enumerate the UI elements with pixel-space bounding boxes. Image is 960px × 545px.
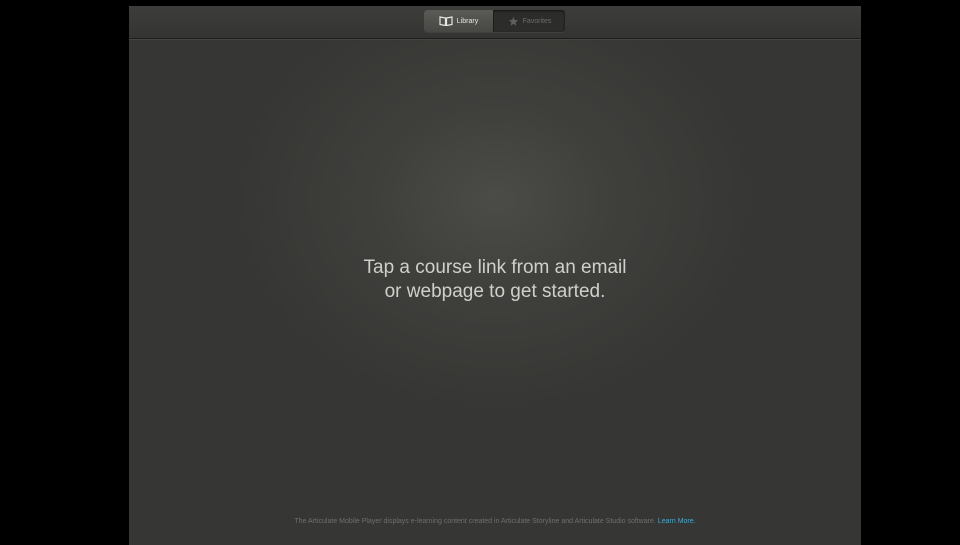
footer-text: The Articulate Mobile Player displays e-… [294, 518, 656, 525]
tab-switcher: Library Favorites [424, 10, 565, 32]
learn-more-link[interactable]: Learn More. [658, 518, 696, 525]
screen: Library Favorites Tap a course link from… [0, 0, 960, 545]
app-window: Library Favorites Tap a course link from… [129, 6, 861, 545]
footer: The Articulate Mobile Player displays e-… [129, 518, 861, 525]
tab-favorites-label: Favorites [522, 17, 552, 25]
book-icon [439, 16, 453, 26]
tab-favorites[interactable]: Favorites [494, 10, 565, 32]
star-icon [508, 16, 518, 26]
empty-state-message: Tap a course link from an email or webpa… [129, 256, 861, 304]
tab-library-label: Library [456, 17, 479, 25]
tab-library[interactable]: Library [424, 10, 494, 32]
message-line-2: or webpage to get started. [384, 281, 606, 302]
message-line-1: Tap a course link from an email [363, 257, 627, 278]
top-bar: Library Favorites [129, 6, 861, 39]
